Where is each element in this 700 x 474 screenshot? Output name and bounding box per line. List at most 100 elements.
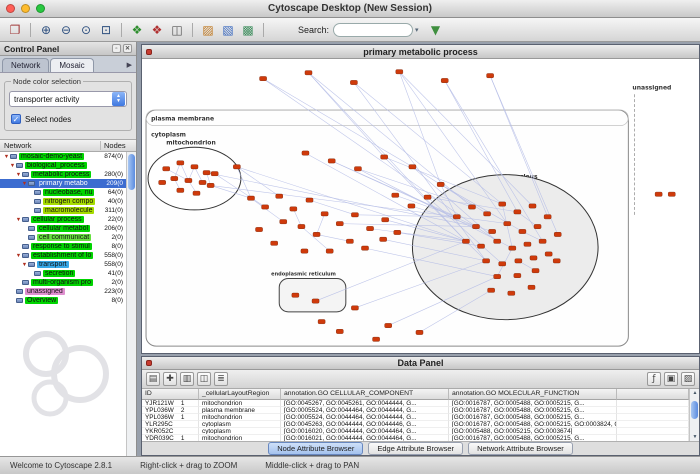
network-node[interactable] <box>318 319 325 323</box>
network-node[interactable] <box>382 218 389 222</box>
network-node[interactable] <box>437 182 444 186</box>
expand-arrow-icon[interactable]: ▼ <box>21 262 28 268</box>
table-cell[interactable]: mitochondrion <box>199 435 281 441</box>
network-node[interactable] <box>515 259 522 263</box>
expand-arrow-icon[interactable]: ▼ <box>3 154 10 160</box>
network-node[interactable] <box>350 80 357 84</box>
network-node[interactable] <box>346 239 353 243</box>
tree-item[interactable]: Overview8(0) <box>0 296 126 305</box>
column-header-nodes[interactable]: Nodes <box>100 141 136 150</box>
network-node[interactable] <box>508 291 515 295</box>
network-node[interactable] <box>312 299 319 303</box>
tree-scrollbar-thumb[interactable] <box>128 154 135 190</box>
expand-arrow-icon[interactable]: ▼ <box>15 217 22 223</box>
table-cell[interactable]: [GO:0016787, GO:0005488, GO:0005215, G..… <box>449 435 617 441</box>
network-node[interactable] <box>519 229 526 233</box>
table-cell[interactable]: YPL036W__2 <box>142 407 199 414</box>
network-node[interactable] <box>409 165 416 169</box>
table-scrollbar-thumb[interactable] <box>691 401 698 419</box>
tree-item[interactable]: ▼establishment of lo558(0) <box>0 251 126 260</box>
tree-item[interactable]: macromolecule311(0) <box>0 206 126 215</box>
network-node[interactable] <box>351 306 358 310</box>
network-node[interactable] <box>326 249 333 253</box>
create-attribute-icon[interactable]: ✚ <box>163 372 177 386</box>
network-node[interactable] <box>532 269 539 273</box>
delete-attribute-icon[interactable]: ▥ <box>180 372 194 386</box>
network-node[interactable] <box>262 205 269 209</box>
plugin-icon[interactable]: ▩ <box>239 21 257 39</box>
network-node[interactable] <box>441 78 448 82</box>
network-node[interactable] <box>392 193 399 197</box>
network-node[interactable] <box>453 215 460 219</box>
network-node[interactable] <box>280 220 287 224</box>
network-node[interactable] <box>177 188 184 192</box>
tree-item[interactable]: ▼cellular process22(0) <box>0 215 126 224</box>
network-node[interactable] <box>416 330 423 334</box>
network-node[interactable] <box>380 237 387 241</box>
open-folder-icon[interactable]: ▨ <box>681 372 695 386</box>
tree-item[interactable]: ▼biological_process <box>0 161 126 170</box>
search-input[interactable] <box>333 23 413 37</box>
zoom-out-icon[interactable]: ⊖ <box>57 21 75 39</box>
table-cell[interactable]: [GO:0005524, GO:0044464, GO:0044444, G..… <box>281 407 449 414</box>
table-cell[interactable]: cytoplasm <box>199 428 281 435</box>
network-node[interactable] <box>488 288 495 292</box>
network-node[interactable] <box>489 229 496 233</box>
tab-network[interactable]: Network <box>2 58 49 72</box>
tree-item[interactable]: ▼mosaic-demo-yeast874(0) <box>0 152 126 161</box>
equation-builder-icon[interactable]: ƒ <box>647 372 661 386</box>
table-cell[interactable]: [GO:0016021, GO:0044444, GO:0044464, G..… <box>281 435 449 441</box>
tab-edge-attribute-browser[interactable]: Edge Attribute Browser <box>368 442 463 455</box>
network-node[interactable] <box>396 70 403 74</box>
network-node[interactable] <box>191 165 198 169</box>
network-node[interactable] <box>468 205 475 209</box>
network-node[interactable] <box>207 183 214 187</box>
network-node[interactable] <box>462 239 469 243</box>
show-all-network-icon[interactable]: ❖ <box>128 21 146 39</box>
network-node[interactable] <box>478 244 485 248</box>
tree-item[interactable]: cell communicat2(0) <box>0 233 126 242</box>
search-dropdown-icon[interactable]: ▾ <box>415 26 419 34</box>
network-node[interactable] <box>514 273 521 277</box>
network-node[interactable] <box>529 204 536 208</box>
network-node[interactable] <box>203 171 210 175</box>
tree-item[interactable]: ▼metabolic process280(0) <box>0 170 126 179</box>
expand-arrow-icon[interactable]: ▼ <box>15 253 22 259</box>
match-attribute-icon[interactable]: ◫ <box>197 372 211 386</box>
table-cell[interactable]: [GO:0016020, GO:0044444, GO:0044464, G..… <box>281 428 449 435</box>
network-node[interactable] <box>373 337 380 341</box>
network-node[interactable] <box>394 230 401 234</box>
network-node[interactable] <box>381 155 388 159</box>
tree-item[interactable]: nitrogen compo40(0) <box>0 197 126 206</box>
network-node[interactable] <box>290 207 297 211</box>
network-node[interactable] <box>305 71 312 75</box>
network-node[interactable] <box>655 192 662 196</box>
network-node[interactable] <box>276 194 283 198</box>
network-node[interactable] <box>199 180 206 184</box>
network-node[interactable] <box>483 259 490 263</box>
network-node[interactable] <box>424 195 431 199</box>
column-header[interactable]: annotation.GO CELLULAR_COMPONENT <box>281 389 449 400</box>
import-attributes-icon[interactable]: ▣ <box>664 372 678 386</box>
data-panel-titlebar[interactable]: Data Panel <box>142 357 699 370</box>
network-frame-titlebar[interactable]: primary metabolic process <box>142 45 699 59</box>
network-node[interactable] <box>509 246 516 250</box>
table-cell[interactable]: [GO:0016787, GO:0005488, GO:0005215, GO:… <box>449 421 617 428</box>
tree-item[interactable]: cellular metabol206(0) <box>0 224 126 233</box>
table-cell[interactable]: [GO:0005524, GO:0044464, GO:0044444, G..… <box>281 414 449 421</box>
network-node[interactable] <box>361 246 368 250</box>
tree-item[interactable]: nucleobase, nu64(0) <box>0 188 126 197</box>
window-titlebar[interactable]: Cytoscape Desktop (New Session) <box>0 0 700 18</box>
mitochondrion-region[interactable] <box>148 147 241 210</box>
network-node[interactable] <box>298 224 305 228</box>
network-node[interactable] <box>159 180 166 184</box>
network-node[interactable] <box>385 323 392 327</box>
network-node[interactable] <box>553 259 560 263</box>
table-cell[interactable]: cytoplasm <box>199 421 281 428</box>
network-node[interactable] <box>472 224 479 228</box>
table-cell[interactable]: mitochondrion <box>199 414 281 421</box>
zoom-selected-icon[interactable]: ⊙ <box>77 21 95 39</box>
column-header-network[interactable]: Network <box>0 141 100 150</box>
network-node[interactable] <box>354 167 361 171</box>
tree-item[interactable]: response to stimul8(0) <box>0 242 126 251</box>
